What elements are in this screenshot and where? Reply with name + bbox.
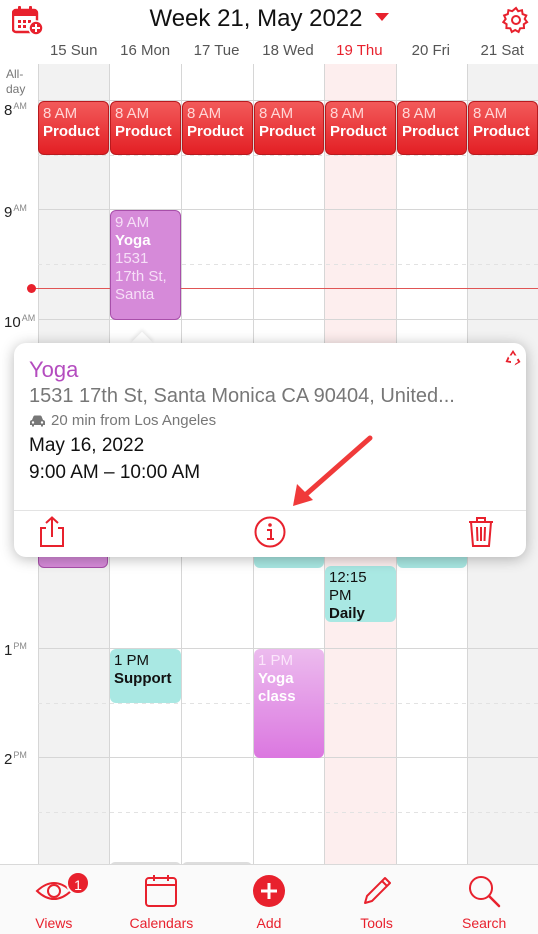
event-yoga[interactable]: 9 AM Yoga 1531 17th St, Santa <box>110 210 181 320</box>
views-badge: 1 <box>66 871 90 895</box>
tab-bar: 1 Views Calendars Add Tools Search <box>0 864 538 934</box>
plus-circle-icon <box>252 875 285 907</box>
tab-label: Views <box>35 915 73 931</box>
day-label[interactable]: 20 Fri <box>395 42 466 62</box>
tab-add[interactable]: Add <box>215 865 323 934</box>
event-daily[interactable]: 12:15 PM Daily <box>325 566 396 622</box>
calendar-icon <box>145 875 178 907</box>
event-detail-popup: Yoga 1531 17th St, Santa Monica CA 90404… <box>14 343 526 557</box>
settings-gear-icon[interactable] <box>502 6 530 34</box>
popup-divider <box>14 510 526 511</box>
hour-label: 1PM <box>4 641 27 659</box>
current-time-dot <box>27 284 36 293</box>
event-product[interactable]: 8 AM Product <box>254 101 324 155</box>
travel-text: 20 min from Los Angeles <box>51 412 217 429</box>
event-product[interactable]: 8 AM Product <box>325 101 396 155</box>
pencil-icon <box>363 877 391 904</box>
chevron-down-icon[interactable] <box>374 12 389 21</box>
days-row: 15 Sun 16 Mon 17 Tue 18 Wed 19 Thu 20 Fr… <box>38 42 538 62</box>
event-product[interactable]: 8 AM Product <box>182 101 253 155</box>
popup-title: Yoga <box>29 357 79 382</box>
tab-label: Search <box>461 915 507 931</box>
hour-label: 10AM <box>4 313 36 331</box>
event-yoga-class[interactable]: 1 PM Yoga class <box>254 649 324 758</box>
tab-label: Tools <box>360 915 393 931</box>
tab-search[interactable]: Search <box>430 865 538 934</box>
info-icon[interactable] <box>253 515 287 549</box>
tab-label: Calendars <box>129 915 194 931</box>
event-product[interactable]: 8 AM Product <box>468 101 538 155</box>
tab-tools[interactable]: Tools <box>323 865 431 934</box>
popup-time: 9:00 AM – 10:00 AM <box>29 462 201 483</box>
day-label[interactable]: 21 Sat <box>467 42 538 62</box>
hour-label: 8AM <box>4 101 27 119</box>
event-support[interactable]: 1 PM Support <box>110 649 181 703</box>
share-icon[interactable] <box>35 515 69 549</box>
car-icon <box>30 415 45 426</box>
tab-views[interactable]: 1 Views <box>0 865 108 934</box>
event-product[interactable]: 8 AM Product <box>397 101 467 155</box>
hour-label: 2PM <box>4 750 27 768</box>
trash-icon[interactable] <box>464 515 498 549</box>
search-icon <box>469 876 501 908</box>
tab-label: Add <box>256 915 282 931</box>
header: Week 21, May 2022 15 Sun 16 Mon 17 Tue 1… <box>0 0 538 64</box>
recycle-icon <box>505 350 521 366</box>
allday-label: All-day <box>6 67 26 96</box>
day-label[interactable]: 15 Sun <box>38 42 109 62</box>
popup-date: May 16, 2022 <box>29 435 145 456</box>
week-title-text: Week 21, May 2022 <box>149 5 363 32</box>
popup-address: 1531 17th St, Santa Monica CA 90404, Uni… <box>29 385 455 407</box>
current-time-line <box>32 288 538 289</box>
event-product[interactable]: 8 AM Product <box>38 101 109 155</box>
hour-label: 9AM <box>4 203 27 221</box>
day-label[interactable]: 16 Mon <box>109 42 180 62</box>
day-label-today[interactable]: 19 Thu <box>324 42 395 62</box>
popup-travel-time: 20 min from Los Angeles <box>29 412 216 429</box>
day-label[interactable]: 18 Wed <box>252 42 323 62</box>
tab-calendars[interactable]: Calendars <box>108 865 216 934</box>
event-product[interactable]: 8 AM Product <box>110 101 181 155</box>
day-label[interactable]: 17 Tue <box>181 42 252 62</box>
week-title[interactable]: Week 21, May 2022 <box>0 5 538 33</box>
